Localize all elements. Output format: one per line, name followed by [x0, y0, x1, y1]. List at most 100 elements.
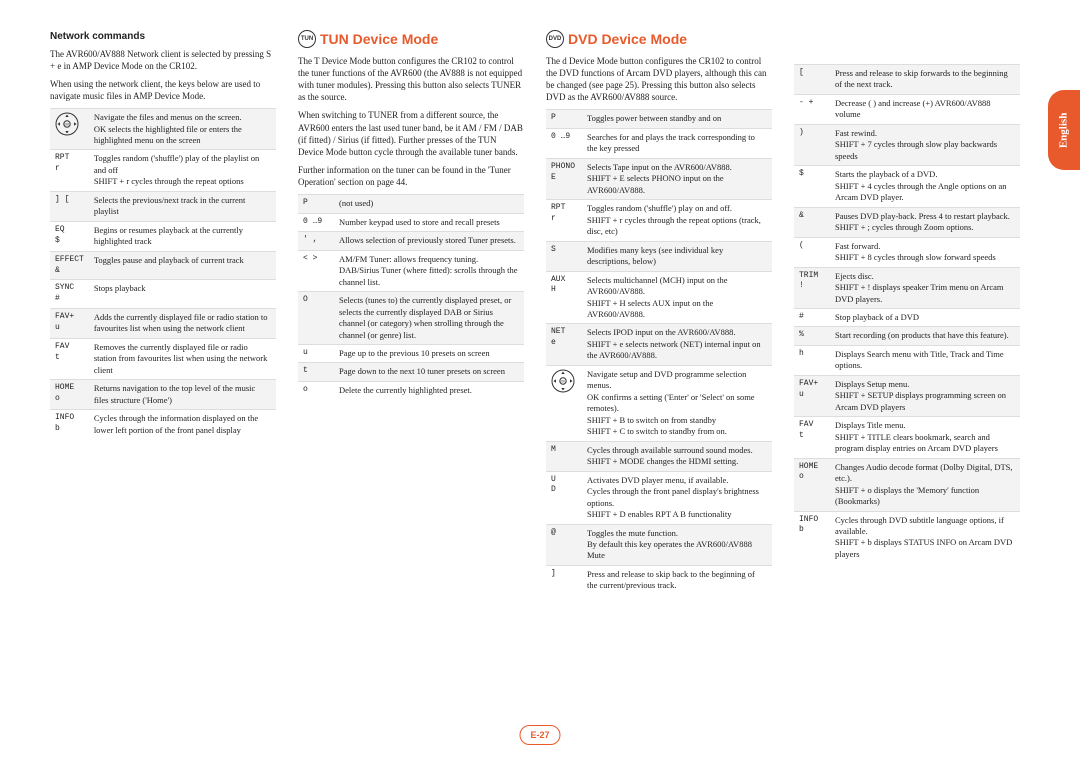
table-row: FAV+ uAdds the currently displayed file … — [50, 308, 276, 338]
desc-cell: Fast forward.SHIFT + 8 cycles through sl… — [830, 237, 1020, 267]
key-cell: TRIM ! — [794, 267, 830, 308]
desc-cell: Toggles random ('shuffle') play of the p… — [89, 150, 276, 191]
table-row: RPT rToggles random ('shuffle') play of … — [50, 150, 276, 191]
table-row: OKNavigate setup and DVD programme selec… — [546, 365, 772, 441]
key-cell: SYNC # — [50, 280, 89, 309]
table-row: hDisplays Search menu with Title, Track … — [794, 345, 1020, 375]
dvd-circle-icon: DVD — [546, 30, 564, 48]
table-row: NET eSelects IPOD input on the AVR600/AV… — [546, 324, 772, 365]
table-row: &Pauses DVD play-back. Press 4 to restar… — [794, 207, 1020, 237]
table-row: @Toggles the mute function.By default th… — [546, 524, 772, 565]
desc-cell: Stop playback of a DVD — [830, 308, 1020, 326]
table-row: [Press and release to skip forwards to t… — [794, 65, 1020, 95]
key-cell: M — [546, 441, 582, 471]
desc-cell: Start recording (on products that have t… — [830, 327, 1020, 345]
desc-cell: Selects multichannel (MCH) input on the … — [582, 271, 772, 324]
desc-cell: Toggles the mute function.By default thi… — [582, 524, 772, 565]
desc-cell: Cycles through the information displayed… — [89, 410, 276, 439]
key-cell: ) — [794, 124, 830, 165]
key-cell: EQ $ — [50, 221, 89, 251]
key-cell: o — [298, 381, 334, 399]
table-row: OSelects (tunes to) the currently displa… — [298, 292, 524, 345]
table-row: FAV+ uDisplays Setup menu.SHIFT + SETUP … — [794, 375, 1020, 416]
key-cell: FAV+ u — [794, 375, 830, 416]
desc-cell: Selects Tape input on the AVR600/AV888.S… — [582, 158, 772, 199]
desc-cell: Begins or resumes playback at the curren… — [89, 221, 276, 251]
table-row: AUX HSelects multichannel (MCH) input on… — [546, 271, 772, 324]
desc-cell: Searches for and plays the track corresp… — [582, 128, 772, 158]
tun-para3: Further information on the tuner can be … — [298, 164, 524, 188]
tun-circle-icon: TUN — [298, 30, 316, 48]
desc-cell: Selects the previous/next track in the c… — [89, 191, 276, 221]
key-cell: h — [794, 345, 830, 375]
key-cell: ( — [794, 237, 830, 267]
table-row: < >AM/FM Tuner: allows frequency tuning.… — [298, 250, 524, 291]
page-number: E-27 — [519, 725, 560, 745]
desc-cell: Page up to the previous 10 presets on sc… — [334, 344, 524, 362]
desc-cell: Number keypad used to store and recall p… — [334, 213, 524, 231]
table-row: FAV tDisplays Title menu.SHIFT + TITLE c… — [794, 417, 1020, 458]
desc-cell: Ejects disc.SHIFT + ! displays speaker T… — [830, 267, 1020, 308]
key-cell: @ — [546, 524, 582, 565]
desc-cell: Selects IPOD input on the AVR600/AV888.S… — [582, 324, 772, 365]
desc-cell: Removes the currently displayed file or … — [89, 338, 276, 379]
table-row: HOME oReturns navigation to the top leve… — [50, 380, 276, 410]
key-cell: EFFECT & — [50, 251, 89, 280]
tun-heading: TUN TUN Device Mode — [298, 30, 524, 49]
key-cell: INFO b — [50, 410, 89, 439]
table-row: OK Navigate the files and menus on the sc… — [50, 109, 276, 150]
table-row: SYNC #Stops playback — [50, 280, 276, 309]
desc-cell: Selects (tunes to) the currently display… — [334, 292, 524, 345]
table-row: 0 …9Searches for and plays the track cor… — [546, 128, 772, 158]
desc-cell: Page down to the next 10 tuner presets o… — [334, 363, 524, 381]
language-tab: English — [1048, 90, 1080, 170]
desc-cell: Changes Audio decode format (Dolby Digit… — [830, 458, 1020, 511]
desc-cell: Decrease ( ) and increase (+) AVR600/AV8… — [830, 94, 1020, 124]
network-para1: The AVR600/AV888 Network client is selec… — [50, 48, 276, 72]
col-dvd: DVD DVD Device Mode The d Device Mode bu… — [546, 30, 772, 595]
table-row: SModifies many keys (see individual key … — [546, 241, 772, 271]
key-cell: 0 …9 — [298, 213, 334, 231]
nav-pad-icon: OK — [55, 112, 79, 136]
key-cell: OK — [546, 365, 582, 441]
network-para2: When using the network client, the keys … — [50, 78, 276, 102]
key-cell: ] — [546, 565, 582, 594]
key-cell: RPT r — [50, 150, 89, 191]
desc-cell: Stops playback — [89, 280, 276, 309]
dvd-para1: The d Device Mode button configures the … — [546, 55, 772, 104]
key-cell: ] [ — [50, 191, 89, 221]
dvd-table-cont: [Press and release to skip forwards to t… — [794, 64, 1020, 563]
key-cell: O — [298, 292, 334, 345]
table-row: oDelete the currently highlighted preset… — [298, 381, 524, 399]
key-cell: NET e — [546, 324, 582, 365]
table-row: 0 …9Number keypad used to store and reca… — [298, 213, 524, 231]
table-row: uPage up to the previous 10 presets on s… — [298, 344, 524, 362]
table-row: PHONO ESelects Tape input on the AVR600/… — [546, 158, 772, 199]
table-row: tPage down to the next 10 tuner presets … — [298, 363, 524, 381]
key-cell: # — [794, 308, 830, 326]
network-heading: Network commands — [50, 30, 276, 44]
desc-cell: Toggles pause and playback of current tr… — [89, 251, 276, 280]
key-cell: PHONO E — [546, 158, 582, 199]
table-row: ' ,Allows selection of previously stored… — [298, 232, 524, 250]
desc-cell: Allows selection of previously stored Tu… — [334, 232, 524, 250]
key-cell: u — [298, 344, 334, 362]
key-cell: 0 …9 — [546, 128, 582, 158]
col-dvd-cont: [Press and release to skip forwards to t… — [794, 30, 1020, 595]
desc-cell: Navigate the files and menus on the scre… — [89, 109, 276, 150]
svg-text:OK: OK — [65, 122, 71, 126]
table-row: FAV tRemoves the currently displayed fil… — [50, 338, 276, 379]
tun-table: P(not used)0 …9Number keypad used to sto… — [298, 194, 524, 399]
key-cell: t — [298, 363, 334, 381]
desc-cell: Cycles through DVD subtitle language opt… — [830, 511, 1020, 563]
key-cell: FAV t — [794, 417, 830, 458]
key-cell: FAV t — [50, 338, 89, 379]
desc-cell: Displays Title menu.SHIFT + TITLE clears… — [830, 417, 1020, 458]
key-cell: [ — [794, 65, 830, 95]
table-row: P(not used) — [298, 195, 524, 213]
desc-cell: Displays Search menu with Title, Track a… — [830, 345, 1020, 375]
table-row: PToggles power between standby and on — [546, 110, 772, 128]
table-row: EFFECT &Toggles pause and playback of cu… — [50, 251, 276, 280]
key-cell: < > — [298, 250, 334, 291]
key-cell: ' , — [298, 232, 334, 250]
